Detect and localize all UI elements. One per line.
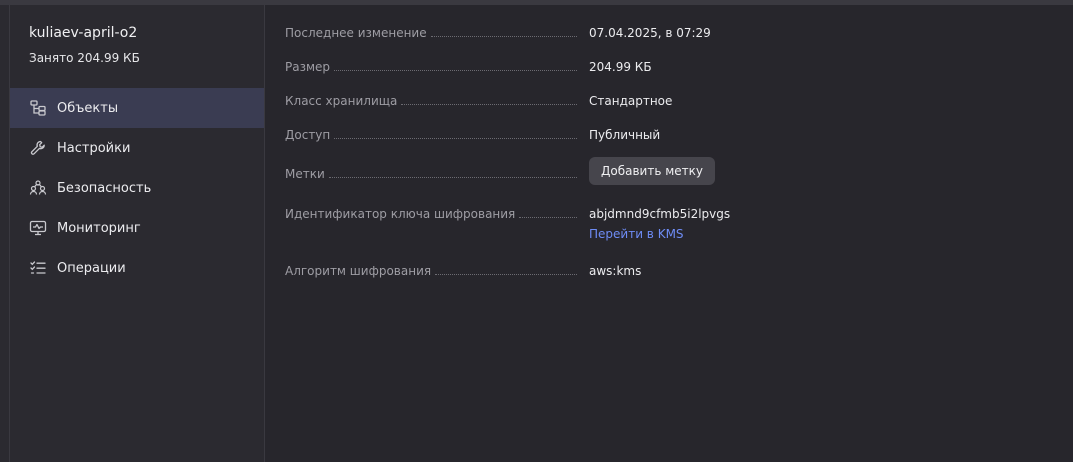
- detail-row-access: Доступ Публичный: [285, 125, 1025, 145]
- detail-label: Последнее изменение: [285, 26, 427, 40]
- sidebar-item-operations[interactable]: Операции: [10, 248, 264, 288]
- detail-label: Идентификатор ключа шифрования: [285, 207, 516, 221]
- app-window: kuliaev-april-o2 Занято 204.99 КБ Объект…: [0, 0, 1073, 462]
- sidebar-item-settings[interactable]: Настройки: [10, 128, 264, 168]
- detail-row-encryption-key: Идентификатор ключа шифрования abjdmnd9c…: [285, 204, 1025, 248]
- checklist-icon: [29, 259, 47, 277]
- detail-label: Размер: [285, 60, 331, 74]
- dotted-leader: [435, 273, 577, 275]
- dotted-leader: [401, 103, 577, 105]
- sidebar-item-security[interactable]: Безопасность: [10, 168, 264, 208]
- objects-icon: [29, 99, 47, 117]
- detail-row-encryption-algorithm: Алгоритм шифрования aws:kms: [285, 261, 1025, 281]
- sidebar-item-label: Мониторинг: [57, 220, 141, 236]
- dotted-leader: [430, 35, 577, 37]
- sidebar-item-label: Настройки: [57, 140, 131, 156]
- sidebar-item-label: Операции: [57, 260, 126, 276]
- sidebar: kuliaev-april-o2 Занято 204.99 КБ Объект…: [10, 5, 265, 462]
- detail-value: 204.99 КБ: [589, 60, 652, 74]
- detail-row-tags: Метки Добавить метку: [285, 157, 1025, 185]
- sidebar-item-objects[interactable]: Объекты: [10, 88, 264, 128]
- detail-value: 07.04.2025, в 07:29: [589, 26, 711, 40]
- detail-row-last-modified: Последнее изменение 07.04.2025, в 07:29: [285, 23, 1025, 43]
- dotted-leader: [519, 216, 577, 218]
- monitor-icon: [29, 219, 47, 237]
- sidebar-item-label: Объекты: [57, 100, 119, 116]
- detail-row-storage-class: Класс хранилища Стандартное: [285, 91, 1025, 111]
- users-icon: [29, 179, 47, 197]
- sidebar-item-label: Безопасность: [57, 180, 152, 196]
- dotted-leader: [328, 176, 577, 178]
- left-edge-panel: [0, 5, 10, 462]
- detail-label: Класс хранилища: [285, 94, 398, 108]
- add-tag-button[interactable]: Добавить метку: [589, 157, 715, 185]
- bucket-used-size: Занято 204.99 КБ: [29, 51, 140, 65]
- detail-label: Алгоритм шифрования: [285, 264, 432, 278]
- detail-label: Метки: [285, 167, 325, 181]
- wrench-icon: [29, 139, 47, 157]
- detail-value: Публичный: [589, 128, 661, 142]
- go-to-kms-link[interactable]: Перейти в KMS: [589, 227, 684, 241]
- bucket-details: Последнее изменение 07.04.2025, в 07:29 …: [265, 5, 1073, 462]
- bucket-name: kuliaev-april-o2: [29, 25, 138, 41]
- detail-value: aws:kms: [589, 264, 642, 278]
- dotted-leader: [334, 69, 577, 71]
- sidebar-item-monitoring[interactable]: Мониторинг: [10, 208, 264, 248]
- dotted-leader: [334, 137, 577, 139]
- detail-value: abjdmnd9cfmb5i2lpvgs: [589, 207, 731, 221]
- detail-row-size: Размер 204.99 КБ: [285, 57, 1025, 77]
- detail-label: Доступ: [285, 128, 331, 142]
- detail-value: Стандартное: [589, 94, 673, 108]
